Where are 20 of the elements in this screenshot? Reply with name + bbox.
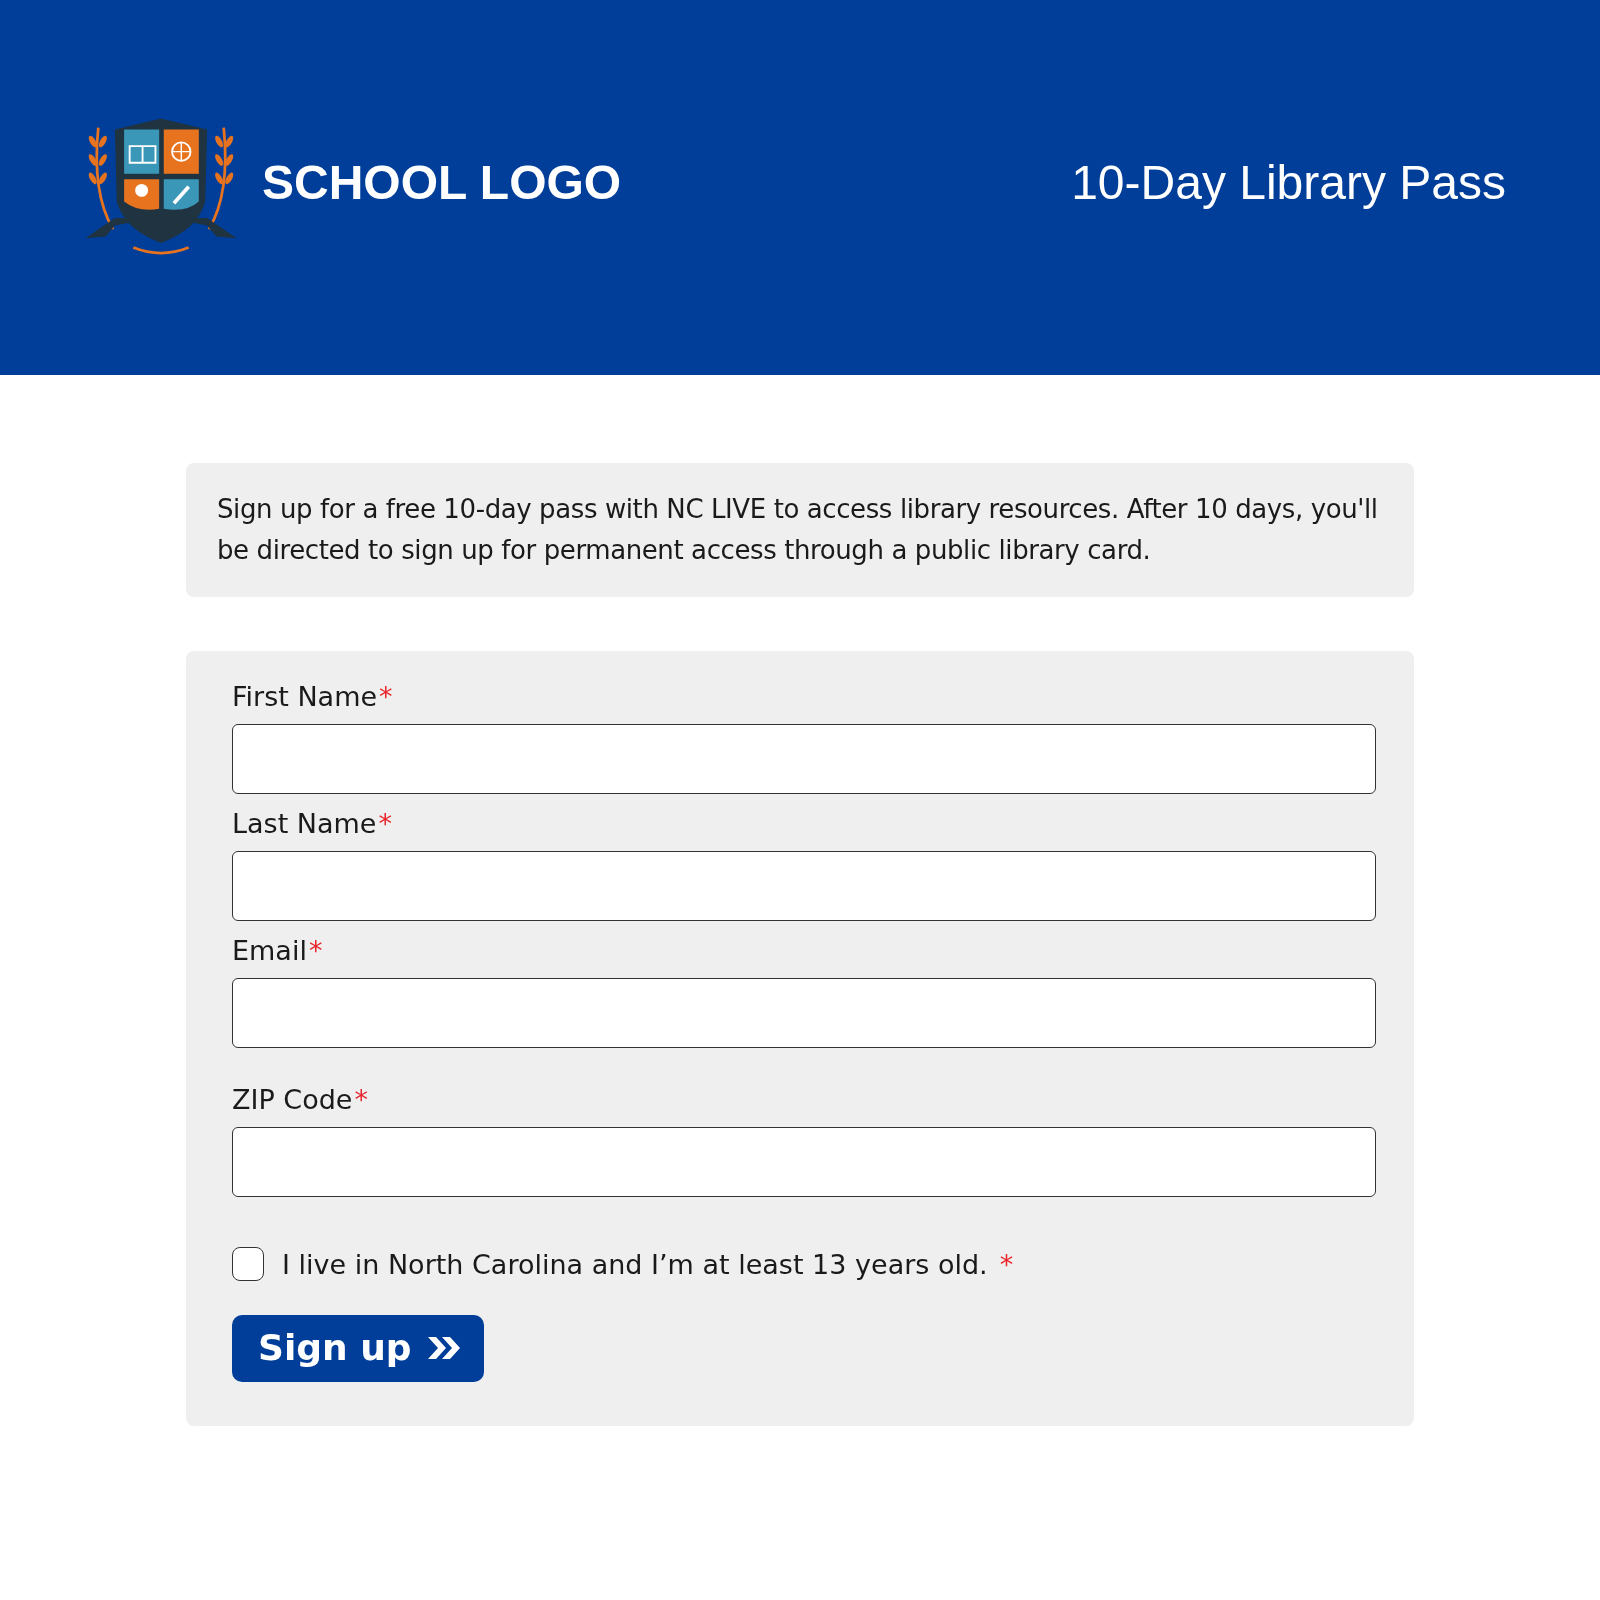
page-title: 10-Day Library Pass — [1071, 155, 1506, 210]
required-mark: * — [378, 808, 392, 839]
input-field[interactable] — [232, 1127, 1376, 1197]
logo-text: SCHOOL LOGO — [262, 155, 622, 210]
required-mark: * — [999, 1248, 1014, 1280]
field-label: Last Name — [232, 808, 377, 839]
input-field[interactable] — [232, 978, 1376, 1048]
double-chevron-icon — [425, 1334, 462, 1361]
required-mark: * — [354, 1084, 368, 1115]
input-field[interactable] — [232, 851, 1376, 921]
input-field[interactable] — [232, 724, 1376, 794]
consent-checkbox[interactable] — [232, 1247, 264, 1281]
required-mark: * — [379, 681, 393, 712]
sign-up-button[interactable]: Sign up — [232, 1315, 484, 1382]
required-mark: * — [308, 935, 323, 966]
field-label: ZIP Code — [232, 1084, 353, 1115]
field-label: First Name — [232, 681, 378, 712]
consent-label: I live in North Carolina and I’m at least 13 years old. — [282, 1248, 988, 1280]
field-label: Email — [232, 935, 307, 966]
intro-text: Sign up for a free 10-day pass with NC LIVE to access library resources. After 10 days, you'll be directed to sign up for permanent access through a public library card. — [217, 493, 1379, 567]
